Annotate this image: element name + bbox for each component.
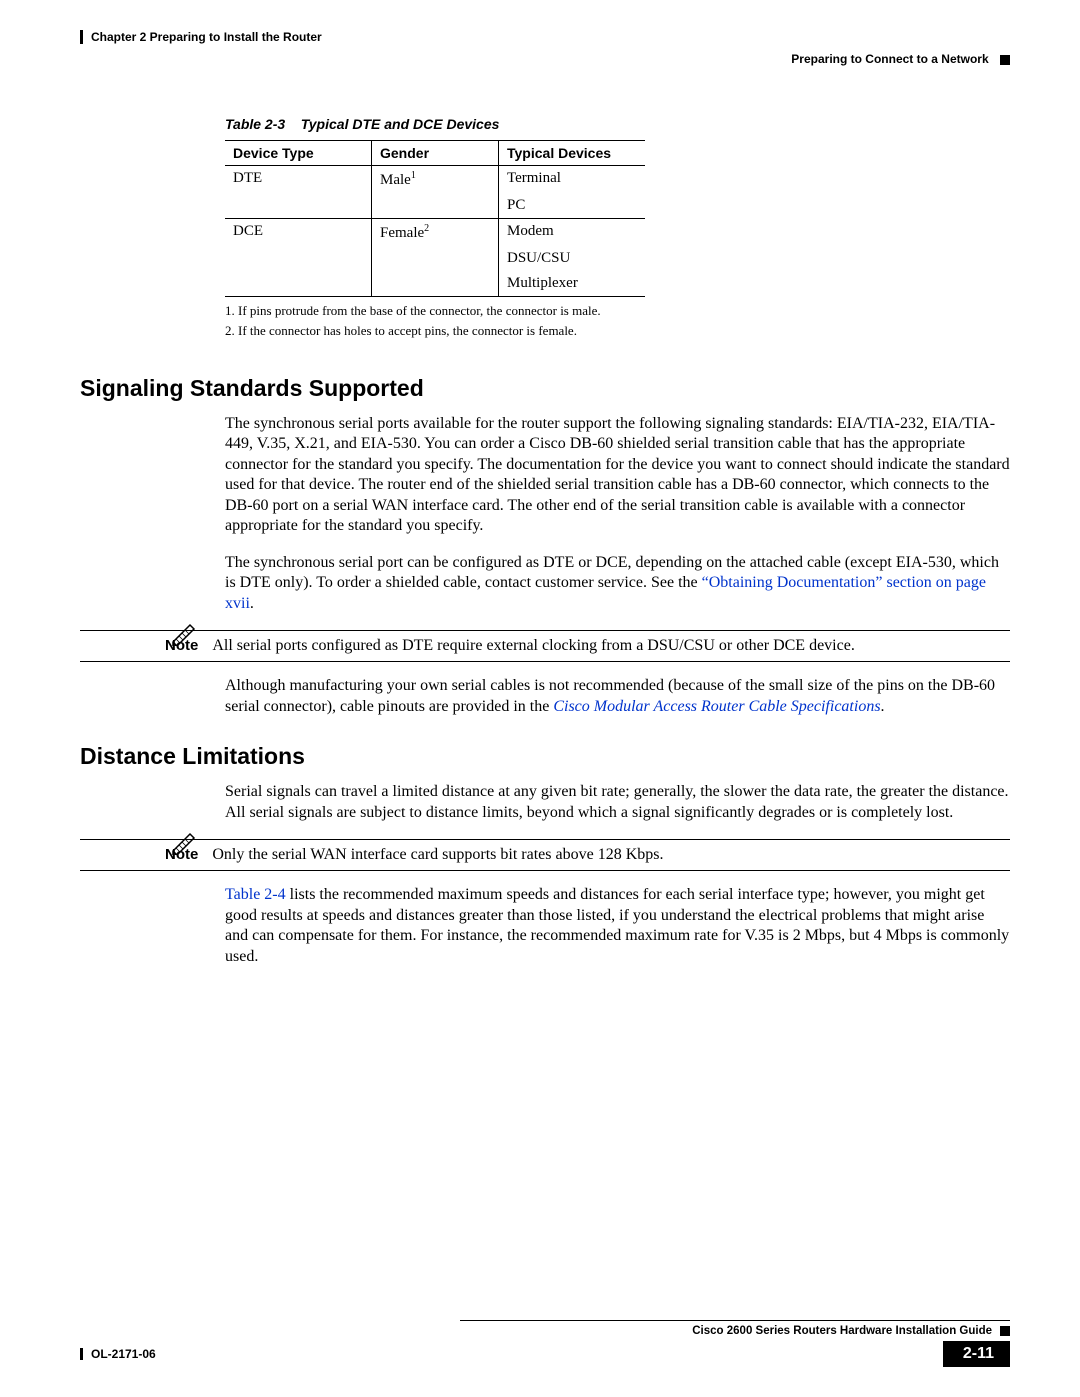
cell: Female bbox=[380, 225, 424, 241]
chapter-label: Chapter 2 Preparing to Install the Route… bbox=[91, 30, 322, 44]
running-header-right: Preparing to Connect to a Network bbox=[80, 52, 1010, 66]
paragraph: Table 2-4 lists the recommended maximum … bbox=[225, 885, 1010, 967]
table-row: DCE Female2 Modem bbox=[225, 219, 645, 247]
footnote: 1. If pins protrude from the base of the… bbox=[225, 303, 1010, 319]
footer-endcap-icon bbox=[1000, 1326, 1010, 1336]
footer-bar-icon bbox=[80, 1348, 83, 1360]
table-caption-title: Typical DTE and DCE Devices bbox=[301, 116, 500, 132]
table-caption: Table 2-3 Typical DTE and DCE Devices bbox=[225, 116, 1010, 132]
doc-id-label: OL-2171-06 bbox=[91, 1347, 156, 1361]
footer-row-doc: OL-2171-06 2-11 bbox=[80, 1341, 1010, 1367]
section-heading-signaling: Signaling Standards Supported bbox=[80, 375, 1010, 402]
table-footnotes: 1. If pins protrude from the base of the… bbox=[225, 303, 1010, 339]
cell: DCE bbox=[233, 223, 263, 239]
note-content: NoteOnly the serial WAN interface card s… bbox=[165, 846, 1010, 864]
note-text: All serial ports configured as DTE requi… bbox=[212, 637, 854, 654]
footnote: 2. If the connector has holes to accept … bbox=[225, 323, 1010, 339]
note-block: NoteOnly the serial WAN interface card s… bbox=[80, 839, 1010, 871]
guide-title: Cisco 2600 Series Routers Hardware Insta… bbox=[692, 1325, 992, 1337]
cell: Multiplexer bbox=[507, 275, 578, 291]
col-typical-devices: Typical Devices bbox=[499, 141, 646, 166]
note-rule bbox=[80, 839, 1010, 840]
link-table-2-4[interactable]: Table 2-4 bbox=[225, 886, 286, 903]
section-heading-distance: Distance Limitations bbox=[80, 743, 1010, 770]
text: lists the recommended maximum speeds and… bbox=[225, 886, 1009, 964]
footer-rule bbox=[460, 1320, 1010, 1321]
paragraph: Although manufacturing your own serial c… bbox=[225, 676, 1010, 717]
footer-row-guide: Cisco 2600 Series Routers Hardware Insta… bbox=[80, 1325, 1010, 1337]
cell: Modem bbox=[507, 223, 554, 239]
cell: PC bbox=[507, 197, 525, 213]
paragraph: The synchronous serial ports available f… bbox=[225, 414, 1010, 537]
cell: Terminal bbox=[507, 170, 561, 186]
section-label: Preparing to Connect to a Network bbox=[791, 52, 988, 66]
cell: Male bbox=[380, 172, 411, 188]
page-number: 2-11 bbox=[943, 1341, 1010, 1367]
col-device-type: Device Type bbox=[225, 141, 372, 166]
link-cable-specifications[interactable]: Cisco Modular Access Router Cable Specif… bbox=[553, 698, 880, 715]
page-footer: Cisco 2600 Series Routers Hardware Insta… bbox=[80, 1320, 1010, 1367]
header-bar-icon bbox=[80, 30, 83, 44]
note-rule bbox=[80, 870, 1010, 871]
note-text: Only the serial WAN interface card suppo… bbox=[212, 846, 663, 863]
table-caption-label: Table 2-3 bbox=[225, 116, 285, 132]
note-pencil-icon bbox=[170, 831, 200, 860]
page: Chapter 2 Preparing to Install the Route… bbox=[0, 0, 1080, 1397]
note-pencil-icon bbox=[170, 622, 200, 651]
paragraph: The synchronous serial port can be confi… bbox=[225, 553, 1010, 614]
dte-dce-table: Device Type Gender Typical Devices DTE M… bbox=[225, 140, 645, 297]
note-rule bbox=[80, 630, 1010, 631]
note-block: NoteAll serial ports configured as DTE r… bbox=[80, 630, 1010, 662]
table-row: PC bbox=[225, 193, 645, 219]
table-wrapper: Device Type Gender Typical Devices DTE M… bbox=[225, 140, 1010, 297]
paragraph: Serial signals can travel a limited dist… bbox=[225, 782, 1010, 823]
note-rule bbox=[80, 661, 1010, 662]
superscript: 1 bbox=[411, 170, 416, 181]
table-row: Multiplexer bbox=[225, 271, 645, 297]
table-row: DSU/CSU bbox=[225, 246, 645, 271]
table-row: DTE Male1 Terminal bbox=[225, 166, 645, 194]
cell: DSU/CSU bbox=[507, 250, 570, 266]
note-content: NoteAll serial ports configured as DTE r… bbox=[165, 637, 1010, 655]
superscript: 2 bbox=[424, 223, 429, 234]
text: . bbox=[881, 698, 885, 715]
header-endcap-icon bbox=[1000, 55, 1010, 65]
running-header-left: Chapter 2 Preparing to Install the Route… bbox=[80, 30, 1010, 44]
col-gender: Gender bbox=[372, 141, 499, 166]
table-header-row: Device Type Gender Typical Devices bbox=[225, 141, 645, 166]
cell: DTE bbox=[233, 170, 262, 186]
text: . bbox=[250, 595, 254, 612]
